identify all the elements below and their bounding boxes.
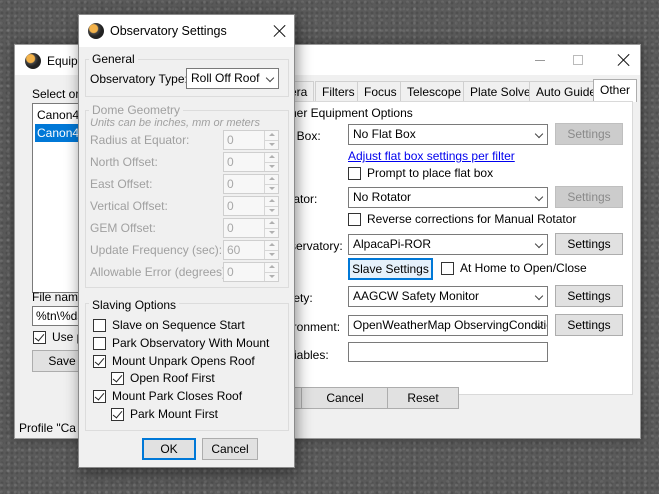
tab-plate-solve[interactable]: Plate Solve (463, 81, 538, 101)
rotator-select[interactable]: No Rotator (348, 187, 548, 208)
chevron-down-icon (265, 73, 275, 83)
vertical-offset-label: Vertical Offset: (90, 199, 168, 213)
radius-label: Radius at Equator: (90, 133, 190, 147)
equipment-window-title: Equip (47, 54, 78, 68)
spinner-up-icon[interactable] (264, 175, 278, 184)
slave-on-start-checkbox[interactable] (93, 319, 106, 332)
spinner-up-icon[interactable] (264, 241, 278, 250)
east-offset-label: East Offset: (90, 177, 153, 191)
app-logo-icon (25, 53, 41, 69)
spinner-down-icon[interactable] (264, 184, 278, 193)
at-home-label: At Home to Open/Close (460, 261, 587, 275)
east-offset-spinner[interactable]: 0 (223, 174, 279, 194)
north-offset-spinner[interactable]: 0 (223, 152, 279, 172)
general-group-title: General (89, 52, 138, 66)
observatory-select[interactable]: AlpacaPi-ROR (348, 234, 548, 255)
update-frequency-label: Update Frequency (sec): (90, 243, 223, 257)
north-offset-label: North Offset: (90, 155, 158, 169)
cancel-button[interactable]: Cancel (301, 387, 389, 409)
spinner-up-icon[interactable] (264, 153, 278, 162)
chevron-down-icon (534, 239, 544, 249)
spinner-up-icon[interactable] (264, 131, 278, 140)
spinner-down-icon[interactable] (264, 272, 278, 281)
close-icon[interactable] (273, 24, 287, 38)
units-note: Units can be inches, mm or meters (90, 117, 260, 129)
dialog-cancel-button[interactable]: Cancel (202, 438, 258, 460)
section-title: her Equipment Options (290, 106, 413, 120)
chevron-down-icon (534, 129, 544, 139)
spinner-up-icon[interactable] (264, 197, 278, 206)
observatory-settings-dialog: Observatory Settings General Observatory… (78, 14, 295, 468)
radius-spinner[interactable]: 0 (223, 130, 279, 150)
park-closes-roof-label: Mount Park Closes Roof (112, 389, 243, 403)
spinner-up-icon[interactable] (264, 263, 278, 272)
prompt-flat-label: Prompt to place flat box (367, 166, 494, 180)
park-with-mount-checkbox[interactable] (93, 337, 106, 350)
park-mount-first-checkbox[interactable] (111, 408, 124, 421)
slave-on-start-label: Slave on Sequence Start (112, 318, 245, 332)
variables-label: riables: (290, 348, 329, 362)
allowable-error-label: Allowable Error (degrees): (90, 265, 230, 279)
observatory-settings-button[interactable]: Settings (555, 233, 623, 255)
observatory-type-select[interactable]: Roll Off Roof (186, 68, 279, 89)
dialog-title: Observatory Settings (110, 24, 227, 38)
flat-box-settings-link[interactable]: Adjust flat box settings per filter (348, 149, 515, 163)
tab-auto-guide[interactable]: Auto Guide (529, 81, 604, 101)
tab-focus[interactable]: Focus (357, 81, 404, 101)
safety-settings-button[interactable]: Settings (555, 285, 623, 307)
open-roof-first-label: Open Roof First (130, 371, 215, 385)
tab-telescope[interactable]: Telescope (400, 81, 469, 101)
variables-input[interactable] (348, 342, 548, 362)
slaving-options-title: Slaving Options (89, 298, 180, 312)
spinner-down-icon[interactable] (264, 228, 278, 237)
tab-other[interactable]: Other (593, 79, 638, 102)
profile-status: Profile "Ca (19, 421, 76, 435)
observatory-type-label: Observatory Type: (90, 72, 188, 86)
park-mount-first-label: Park Mount First (130, 407, 219, 421)
flat-box-select[interactable]: No Flat Box (348, 124, 548, 145)
environment-settings-button[interactable]: Settings (555, 314, 623, 336)
observatory-label: servatory: (290, 239, 343, 253)
reset-button[interactable]: Reset (387, 387, 459, 409)
flat-box-settings-button[interactable]: Settings (555, 123, 623, 145)
environment-label: ironment: (290, 320, 341, 334)
spinner-down-icon[interactable] (264, 206, 278, 215)
profile-list-label: Select or (32, 87, 80, 101)
unpark-opens-roof-label: Mount Unpark Opens Roof (112, 354, 255, 368)
chevron-down-icon (534, 192, 544, 202)
reverse-rotator-label: Reverse corrections for Manual Rotator (367, 212, 577, 226)
spinner-down-icon[interactable] (264, 162, 278, 171)
spinner-down-icon[interactable] (264, 140, 278, 149)
update-frequency-spinner[interactable]: 60 (223, 240, 279, 260)
at-home-checkbox[interactable] (441, 262, 454, 275)
maximize-icon[interactable] (573, 55, 583, 65)
vertical-offset-spinner[interactable]: 0 (223, 196, 279, 216)
gem-offset-label: GEM Offset: (90, 221, 156, 235)
other-tab-panel: her Equipment Options t Box: No Flat Box… (285, 101, 633, 395)
slave-settings-button[interactable]: Slave Settings (348, 258, 433, 280)
dialog-title-bar[interactable]: Observatory Settings (79, 15, 294, 47)
prompt-flat-checkbox[interactable] (348, 167, 361, 180)
rotator-settings-button[interactable]: Settings (555, 186, 623, 208)
dome-geometry-title: Dome Geometry (89, 103, 184, 117)
park-with-mount-label: Park Observatory With Mount (112, 336, 270, 350)
safety-select[interactable]: AAGCW Safety Monitor (348, 286, 548, 307)
environment-select[interactable]: OpenWeatherMap ObservingConditic (348, 315, 548, 336)
ok-button[interactable]: OK (142, 438, 196, 460)
spinner-up-icon[interactable] (264, 219, 278, 228)
gem-offset-spinner[interactable]: 0 (223, 218, 279, 238)
minimize-icon[interactable] (535, 60, 545, 61)
open-roof-first-checkbox[interactable] (111, 372, 124, 385)
tab-filters[interactable]: Filters (315, 81, 362, 101)
use-checkbox[interactable] (33, 331, 46, 344)
reverse-rotator-checkbox[interactable] (348, 213, 361, 226)
unpark-opens-roof-checkbox[interactable] (93, 355, 106, 368)
spinner-down-icon[interactable] (264, 250, 278, 259)
park-closes-roof-checkbox[interactable] (93, 390, 106, 403)
allowable-error-spinner[interactable]: 0 (223, 262, 279, 282)
app-logo-icon (88, 23, 104, 39)
chevron-down-icon (534, 291, 544, 301)
close-icon[interactable] (617, 53, 631, 67)
